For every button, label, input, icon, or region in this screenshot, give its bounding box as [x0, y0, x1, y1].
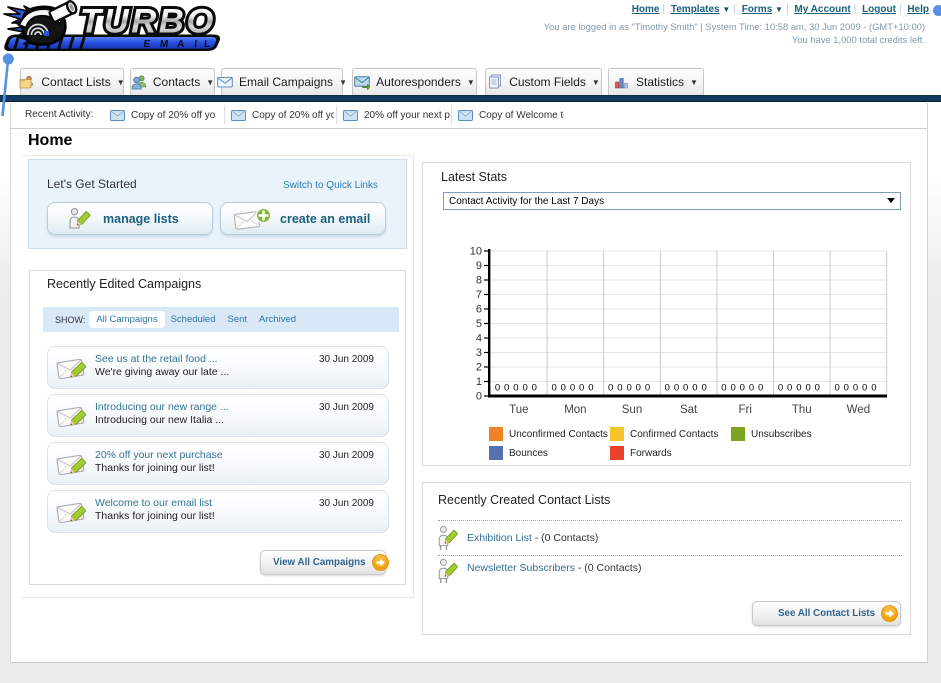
svg-text:Fri: Fri [738, 404, 751, 416]
svg-text:6: 6 [476, 304, 482, 316]
svg-text:0: 0 [636, 383, 641, 394]
svg-text:3: 3 [476, 347, 482, 359]
svg-text:0: 0 [844, 383, 849, 394]
svg-text:0: 0 [683, 383, 688, 394]
svg-text:1: 1 [476, 376, 482, 388]
svg-text:Thu: Thu [792, 404, 812, 416]
svg-text:0: 0 [561, 383, 566, 394]
svg-text:0: 0 [815, 383, 820, 394]
svg-text:0: 0 [787, 383, 792, 394]
svg-text:Mon: Mon [564, 404, 586, 416]
svg-text:0: 0 [701, 383, 706, 394]
svg-text:0: 0 [570, 383, 575, 394]
svg-text:2: 2 [476, 362, 482, 374]
svg-text:0: 0 [513, 383, 518, 394]
svg-text:Tue: Tue [509, 404, 528, 416]
svg-text:0: 0 [645, 383, 650, 394]
svg-text:4: 4 [476, 333, 482, 345]
svg-text:0: 0 [730, 383, 735, 394]
svg-text:9: 9 [476, 260, 482, 272]
svg-text:0: 0 [532, 383, 537, 394]
svg-text:0: 0 [588, 383, 593, 394]
svg-text:0: 0 [834, 383, 839, 394]
svg-text:0: 0 [579, 383, 584, 394]
svg-text:0: 0 [476, 391, 482, 403]
svg-text:0: 0 [626, 383, 631, 394]
svg-text:Sat: Sat [680, 404, 698, 416]
svg-text:Sun: Sun [622, 404, 642, 416]
svg-text:0: 0 [551, 383, 556, 394]
svg-text:0: 0 [665, 383, 670, 394]
svg-text:L: L [203, 39, 210, 50]
svg-text:0: 0 [805, 383, 810, 394]
svg-text:5: 5 [476, 318, 482, 330]
svg-text:0: 0 [674, 383, 679, 394]
svg-text:0: 0 [495, 383, 500, 394]
svg-text:0: 0 [608, 383, 613, 394]
svg-text:TURBO: TURBO [80, 3, 216, 41]
svg-text:10: 10 [470, 246, 482, 258]
svg-text:0: 0 [778, 383, 783, 394]
svg-text:Wed: Wed [847, 404, 870, 416]
svg-text:0: 0 [721, 383, 726, 394]
svg-text:0: 0 [740, 383, 745, 394]
svg-text:M: M [159, 39, 168, 50]
svg-text:0: 0 [853, 383, 858, 394]
svg-text:0: 0 [749, 383, 754, 394]
svg-text:0: 0 [617, 383, 622, 394]
svg-text:0: 0 [862, 383, 867, 394]
svg-text:8: 8 [476, 275, 482, 287]
svg-text:0: 0 [758, 383, 763, 394]
svg-text:7: 7 [476, 289, 482, 301]
svg-text:0: 0 [504, 383, 509, 394]
svg-text:0: 0 [796, 383, 801, 394]
svg-text:0: 0 [522, 383, 527, 394]
svg-text:0: 0 [692, 383, 697, 394]
svg-text:0: 0 [871, 383, 876, 394]
svg-text:A: A [177, 39, 185, 50]
